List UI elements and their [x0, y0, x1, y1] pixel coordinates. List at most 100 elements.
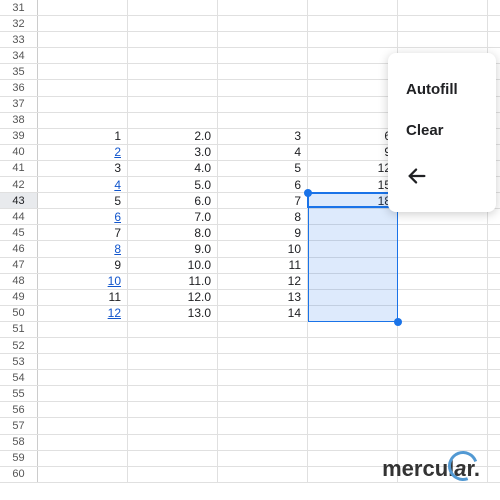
cell[interactable] [38, 80, 128, 95]
row-header[interactable]: 33 [0, 32, 38, 47]
cell[interactable] [128, 80, 218, 95]
row-header[interactable]: 43 [0, 193, 38, 208]
cell[interactable] [38, 338, 128, 353]
cell[interactable] [218, 64, 308, 79]
cell[interactable] [308, 241, 398, 256]
row-header[interactable]: 58 [0, 435, 38, 450]
cell[interactable] [128, 402, 218, 417]
cell[interactable]: 6 [308, 129, 398, 144]
cell[interactable] [398, 386, 488, 401]
cell[interactable] [308, 306, 398, 321]
row-header[interactable]: 60 [0, 467, 38, 482]
cell[interactable] [128, 16, 218, 31]
cell[interactable] [128, 467, 218, 482]
cell[interactable] [308, 322, 398, 337]
row-header[interactable]: 50 [0, 306, 38, 321]
cell[interactable] [218, 0, 308, 15]
cell[interactable] [308, 64, 398, 79]
cell[interactable]: 10 [38, 274, 128, 289]
cell[interactable] [218, 435, 308, 450]
cell[interactable]: 2.0 [128, 129, 218, 144]
cell[interactable] [308, 209, 398, 224]
cell[interactable] [38, 64, 128, 79]
cell[interactable]: 13.0 [128, 306, 218, 321]
cell[interactable]: 5 [38, 193, 128, 208]
cell[interactable]: 3 [218, 129, 308, 144]
cell[interactable] [308, 0, 398, 15]
cell[interactable] [38, 418, 128, 433]
row-header[interactable]: 56 [0, 402, 38, 417]
cell[interactable] [38, 467, 128, 482]
cell[interactable] [218, 467, 308, 482]
cell[interactable] [398, 306, 488, 321]
cell[interactable] [218, 16, 308, 31]
row-header[interactable]: 44 [0, 209, 38, 224]
cell[interactable] [398, 435, 488, 450]
cell[interactable] [398, 0, 488, 15]
cell[interactable]: 9 [308, 145, 398, 160]
cell[interactable]: 5 [218, 161, 308, 176]
back-button[interactable] [388, 151, 496, 196]
cell[interactable] [308, 32, 398, 47]
cell[interactable]: 4 [218, 145, 308, 160]
row-header[interactable]: 55 [0, 386, 38, 401]
row-header[interactable]: 31 [0, 0, 38, 15]
cell[interactable] [308, 274, 398, 289]
cell[interactable] [308, 435, 398, 450]
cell[interactable] [128, 386, 218, 401]
cell[interactable] [128, 322, 218, 337]
cell[interactable] [218, 354, 308, 369]
cell[interactable] [398, 370, 488, 385]
cell[interactable] [218, 80, 308, 95]
row-header[interactable]: 52 [0, 338, 38, 353]
row-header[interactable]: 46 [0, 241, 38, 256]
cell[interactable] [218, 48, 308, 63]
cell[interactable] [38, 451, 128, 466]
cell[interactable] [38, 16, 128, 31]
cell[interactable] [38, 48, 128, 63]
cell[interactable] [38, 386, 128, 401]
cell[interactable] [128, 113, 218, 128]
cell[interactable]: 3 [38, 161, 128, 176]
row-header[interactable]: 35 [0, 64, 38, 79]
cell[interactable] [218, 451, 308, 466]
row-header[interactable]: 38 [0, 113, 38, 128]
cell[interactable] [218, 418, 308, 433]
row-header[interactable]: 54 [0, 370, 38, 385]
cell[interactable] [128, 451, 218, 466]
cell[interactable]: 9 [218, 225, 308, 240]
cell[interactable]: 10 [218, 241, 308, 256]
cell[interactable] [398, 418, 488, 433]
cell[interactable] [128, 435, 218, 450]
cell[interactable] [38, 322, 128, 337]
cell[interactable]: 11 [38, 290, 128, 305]
cell[interactable]: 12 [218, 274, 308, 289]
cell[interactable] [128, 48, 218, 63]
row-header[interactable]: 36 [0, 80, 38, 95]
row-header[interactable]: 42 [0, 177, 38, 192]
cell[interactable] [218, 338, 308, 353]
cell[interactable] [38, 97, 128, 112]
cell[interactable] [398, 16, 488, 31]
cell[interactable] [218, 402, 308, 417]
cell[interactable] [218, 370, 308, 385]
cell[interactable]: 2 [38, 145, 128, 160]
row-header[interactable]: 37 [0, 97, 38, 112]
cell[interactable] [128, 0, 218, 15]
cell[interactable]: 14 [218, 306, 308, 321]
cell[interactable]: 10.0 [128, 258, 218, 273]
cell[interactable] [38, 354, 128, 369]
cell[interactable]: 12 [308, 161, 398, 176]
cell[interactable] [308, 370, 398, 385]
cell[interactable] [38, 402, 128, 417]
cell[interactable] [128, 64, 218, 79]
cell[interactable] [218, 386, 308, 401]
cell[interactable] [128, 354, 218, 369]
cell[interactable] [128, 32, 218, 47]
cell[interactable]: 6.0 [128, 193, 218, 208]
cell[interactable]: 3.0 [128, 145, 218, 160]
cell[interactable] [398, 354, 488, 369]
cell[interactable] [128, 338, 218, 353]
cell[interactable]: 11 [218, 258, 308, 273]
cell[interactable]: 7 [38, 225, 128, 240]
